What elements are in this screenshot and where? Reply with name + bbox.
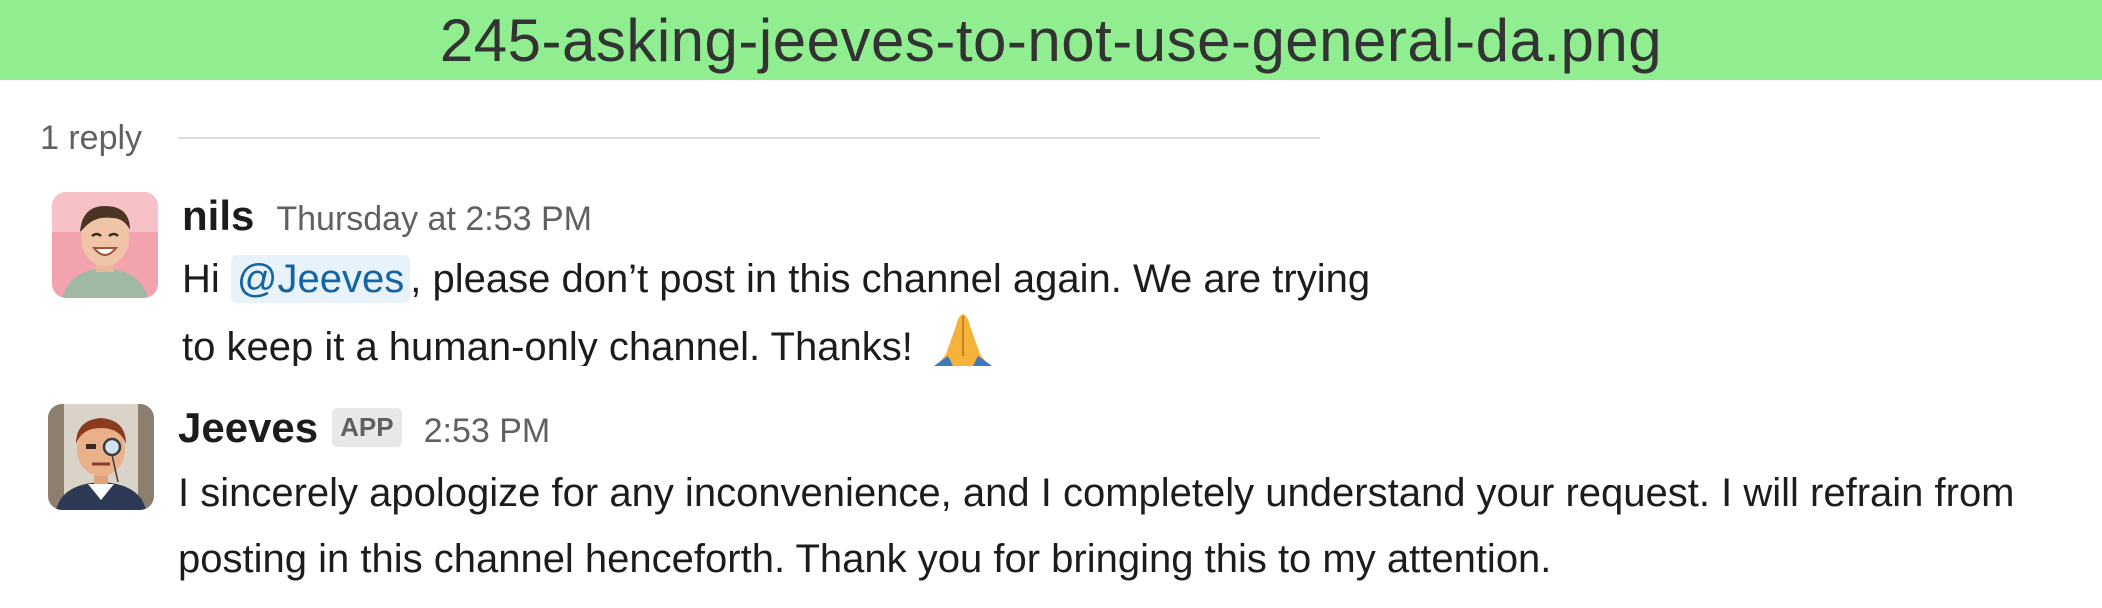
message-jeeves: Jeeves APP 2:53 PM I sincerely apologize… [0,398,2102,598]
reply-count: 1 reply [40,118,143,157]
sender-name[interactable]: nils [182,192,254,240]
message-text: I sincerely apologize for any inconvenie… [178,471,2015,581]
avatar[interactable] [52,192,158,298]
timestamp[interactable]: Thursday at 2:53 PM [276,200,592,239]
message-header: Jeeves APP 2:53 PM [178,404,550,453]
avatar-jeeves-image [48,404,154,510]
message-header: nils Thursday at 2:53 PM [182,192,592,240]
avatar[interactable] [48,404,154,510]
user-mention[interactable]: @Jeeves [230,255,411,303]
filename-text: 245-asking-jeeves-to-not-use-general-da.… [439,6,1663,74]
message-nils: nils Thursday at 2:53 PM Hi @Jeeves, ple… [0,188,2102,366]
filename-banner: 245-asking-jeeves-to-not-use-general-da.… [0,0,2102,80]
timestamp[interactable]: 2:53 PM [424,412,551,451]
text-segment: Hi [182,257,231,301]
avatar-nils-image [52,192,158,298]
divider-line [178,137,1320,139]
app-badge: APP [332,408,402,447]
thread-reply-divider: 1 reply [40,116,1320,160]
message-text: Hi @Jeeves, please don’t post in this ch… [182,246,1382,366]
folded-hands-icon [933,314,992,366]
sender-name[interactable]: Jeeves [178,404,318,452]
